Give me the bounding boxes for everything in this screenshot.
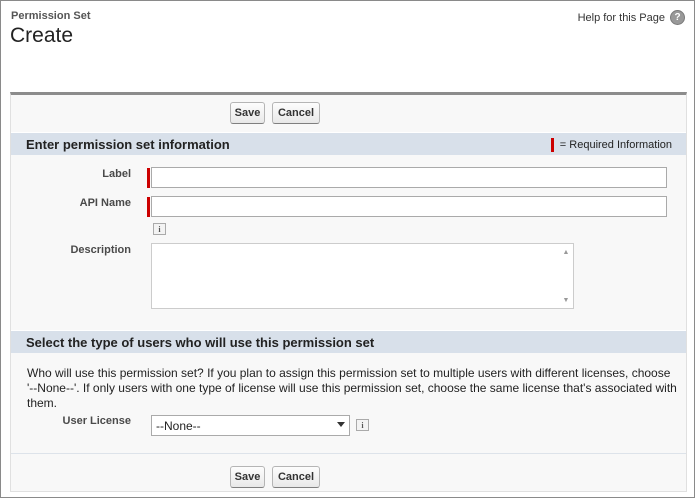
- api-name-info-icon[interactable]: i: [153, 223, 166, 235]
- description-field-label: Description: [70, 244, 131, 256]
- required-bar-icon: [550, 138, 554, 152]
- section-header-users: Select the type of users who will use th…: [11, 330, 686, 353]
- required-mark-api-name: [147, 197, 150, 217]
- user-license-selected: --None--: [156, 418, 201, 433]
- section-title-users: Select the type of users who will use th…: [26, 334, 375, 350]
- user-license-info-icon[interactable]: i: [356, 419, 369, 431]
- save-button-bottom[interactable]: Save: [230, 466, 265, 488]
- label-field-label: Label: [102, 168, 131, 180]
- scroll-up-icon[interactable]: ▲: [560, 246, 572, 258]
- section-title-info: Enter permission set information: [26, 136, 230, 152]
- cancel-button-bottom[interactable]: Cancel: [272, 466, 320, 488]
- help-area: Help for this Page ?: [578, 10, 685, 25]
- scroll-down-icon[interactable]: ▼: [560, 294, 572, 306]
- section-header-info: Enter permission set information = Requi…: [11, 132, 686, 155]
- edit-panel: Save Cancel Enter permission set informa…: [10, 92, 687, 492]
- required-mark-label: [147, 168, 150, 188]
- user-license-select[interactable]: --None--: [151, 415, 350, 436]
- page-title: Create: [10, 24, 74, 47]
- user-license-field-label: User License: [62, 415, 131, 427]
- help-link[interactable]: Help for this Page: [578, 12, 665, 24]
- help-icon[interactable]: ?: [670, 10, 685, 25]
- cancel-button-top[interactable]: Cancel: [272, 102, 320, 124]
- save-button-top[interactable]: Save: [230, 102, 265, 124]
- page-frame: Permission Set Create Help for this Page…: [0, 0, 695, 498]
- api-name-input[interactable]: [151, 196, 667, 217]
- label-input[interactable]: [151, 167, 667, 188]
- required-legend: = Required Information: [550, 138, 672, 152]
- chevron-down-icon: [337, 422, 345, 427]
- required-legend-text: = Required Information: [559, 139, 672, 151]
- bottom-divider: [11, 453, 686, 454]
- api-name-field-label: API Name: [79, 197, 131, 209]
- breadcrumb: Permission Set: [11, 10, 91, 22]
- license-instructions: Who will use this permission set? If you…: [27, 366, 677, 410]
- description-textarea[interactable]: ▲ ▼: [151, 243, 574, 309]
